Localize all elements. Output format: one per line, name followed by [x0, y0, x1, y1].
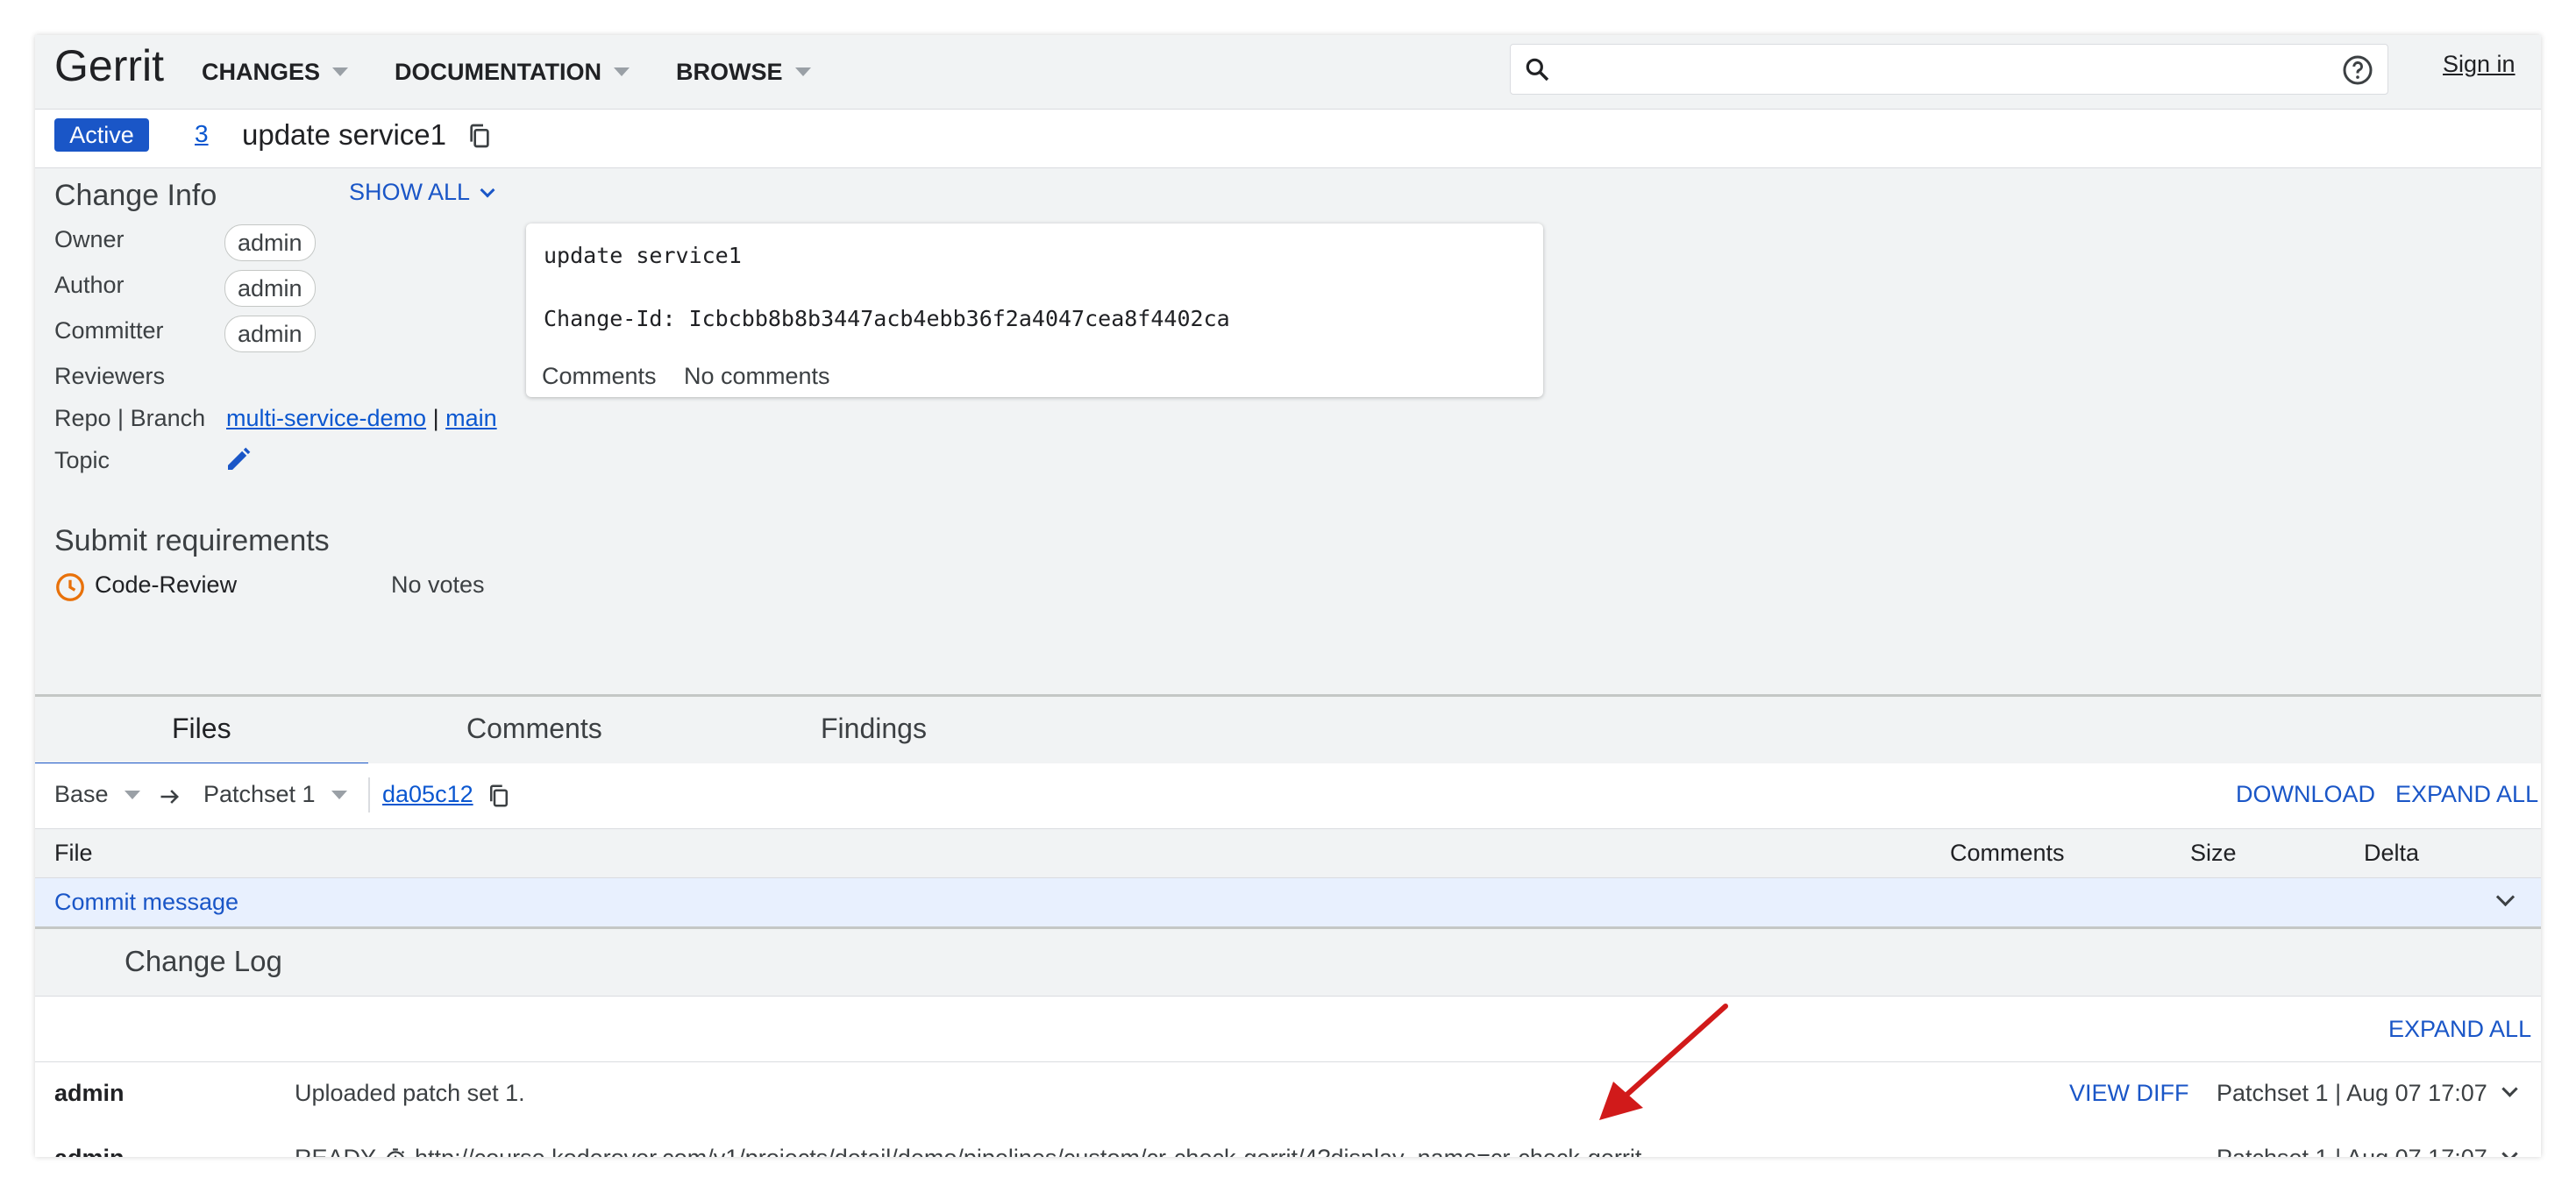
comments-label: Comments: [542, 363, 657, 389]
annotation-arrow-icon: [1599, 1004, 1728, 1120]
nav-changes[interactable]: CHANGES: [202, 54, 349, 89]
sign-in-link[interactable]: Sign in: [2443, 51, 2516, 78]
submit-requirements-title: Submit requirements: [54, 524, 330, 557]
message-row[interactable]: admin Uploaded patch set 1. VIEW DIFF Pa…: [35, 1062, 2541, 1128]
commit-message-row[interactable]: Commit message: [35, 878, 2541, 929]
message-meta: Patchset 1 | Aug 07 17:07: [2217, 1145, 2487, 1157]
search-input[interactable]: [1560, 50, 2317, 87]
patchset-toolbar: Base Patchset 1 da05c12 DOWNLOAD EXPAND …: [35, 763, 2541, 829]
toolbar-divider: [368, 777, 370, 812]
comments-value: No comments: [684, 363, 830, 389]
download-button[interactable]: DOWNLOAD: [2236, 781, 2375, 808]
chevron-down-icon[interactable]: [2501, 1146, 2518, 1157]
message-text-container: READY http://course.koderover.com/v1/pro…: [295, 1145, 1641, 1157]
code-review-requirement[interactable]: Code-Review: [95, 571, 237, 599]
chevron-down-icon: [124, 790, 140, 799]
change-info-title: Change Info: [54, 179, 217, 212]
expand-all-messages-button[interactable]: EXPAND ALL: [2388, 1016, 2531, 1043]
chevron-down-icon[interactable]: [2501, 1081, 2518, 1097]
nav-documentation[interactable]: DOCUMENTATION: [395, 54, 630, 89]
nav-changes-label: CHANGES: [202, 58, 321, 85]
author-chip[interactable]: admin: [224, 270, 316, 307]
file-list-header: File Comments Size Delta: [35, 829, 2541, 878]
owner-chip[interactable]: admin: [224, 224, 316, 261]
chevron-down-icon: [480, 182, 495, 197]
view-diff-button[interactable]: VIEW DIFF: [2069, 1080, 2189, 1107]
column-file: File: [54, 840, 93, 866]
gerrit-window: Gerrit CHANGES DOCUMENTATION BROWSE Sign…: [35, 35, 2541, 1157]
nav-browse[interactable]: BROWSE: [676, 54, 811, 89]
change-subject: update service1: [242, 118, 446, 151]
search-icon: [1526, 58, 1549, 82]
commit-message-file-link[interactable]: Commit message: [54, 889, 238, 916]
top-header: Gerrit CHANGES DOCUMENTATION BROWSE Sign…: [35, 35, 2541, 110]
patchset-dropdown[interactable]: Patchset 1: [203, 781, 347, 808]
commit-sha-link[interactable]: da05c12: [382, 781, 473, 808]
chevron-down-icon: [613, 67, 630, 76]
chevron-down-icon: [794, 67, 811, 76]
repo-branch-label: Repo | Branch: [54, 405, 206, 431]
search-box[interactable]: [1510, 44, 2388, 95]
chevron-down-icon: [332, 67, 349, 76]
message-row[interactable]: admin READY http://course.koderover.com/…: [35, 1127, 2541, 1157]
chevron-down-icon[interactable]: [2495, 887, 2516, 907]
base-dropdown[interactable]: Base: [54, 781, 140, 808]
patchset-dropdown-label: Patchset 1: [203, 781, 316, 807]
column-delta: Delta: [2364, 840, 2420, 866]
message-author: admin: [54, 1145, 125, 1157]
reviewers-label: Reviewers: [54, 363, 166, 389]
change-log-title: Change Log: [125, 945, 282, 977]
column-size: Size: [2190, 840, 2237, 866]
commit-message-box: update service1 Change-Id: Icbcbb8b8b344…: [526, 224, 1543, 397]
branch-link[interactable]: main: [445, 405, 497, 431]
message-text: Uploaded patch set 1.: [295, 1080, 525, 1106]
requirement-status: No votes: [391, 571, 485, 598]
message-text: http://course.koderover.com/v1/projects/…: [415, 1145, 1641, 1157]
owner-label: Owner: [54, 226, 125, 252]
tab-bar: Files Comments Findings: [35, 694, 2541, 766]
message-status-prefix: READY: [295, 1145, 376, 1157]
show-all-button[interactable]: SHOW ALL: [349, 179, 495, 206]
change-number-link[interactable]: 3: [195, 120, 209, 148]
tab-files[interactable]: Files: [172, 713, 231, 745]
change-header: Active 3 update service1: [35, 110, 2541, 168]
committer-label: Committer: [54, 317, 164, 344]
repo-branch-value: multi-service-demo | main: [226, 405, 497, 432]
author-label: Author: [54, 272, 125, 298]
commit-message-change-id: Change-Id: Icbcbb8b8b3447acb4ebb36f2a404…: [544, 306, 1230, 331]
column-comments: Comments: [1950, 840, 2065, 866]
stopwatch-icon: [387, 1147, 405, 1157]
base-dropdown-label: Base: [54, 781, 109, 807]
repo-link[interactable]: multi-service-demo: [226, 405, 426, 431]
expand-all-files-button[interactable]: EXPAND ALL: [2395, 781, 2538, 808]
clock-icon: [56, 573, 84, 601]
message-author: admin: [54, 1080, 125, 1106]
edit-icon[interactable]: [224, 445, 253, 473]
change-log-header: Change Log: [35, 929, 2541, 997]
change-info-section: Change Info SHOW ALL Owner admin Author …: [35, 168, 2541, 694]
help-icon[interactable]: [2342, 54, 2373, 86]
change-log-toolbar: EXPAND ALL: [35, 997, 2541, 1062]
status-badge: Active: [54, 118, 149, 152]
commit-message-line1: update service1: [544, 243, 742, 268]
nav-documentation-label: DOCUMENTATION: [395, 58, 601, 85]
copy-icon[interactable]: [466, 121, 494, 151]
message-meta: Patchset 1 | Aug 07 17:07: [2217, 1080, 2487, 1106]
tab-findings[interactable]: Findings: [821, 713, 927, 745]
copy-icon[interactable]: [486, 782, 512, 810]
arrow-right-icon: [160, 790, 179, 804]
nav-browse-label: BROWSE: [676, 58, 783, 85]
chevron-down-icon: [331, 790, 347, 799]
gerrit-logo[interactable]: Gerrit: [54, 40, 164, 91]
topic-label: Topic: [54, 447, 110, 473]
show-all-label: SHOW ALL: [349, 179, 471, 205]
committer-chip[interactable]: admin: [224, 316, 316, 352]
tab-comments[interactable]: Comments: [466, 713, 602, 745]
repo-branch-separator: |: [432, 405, 439, 431]
